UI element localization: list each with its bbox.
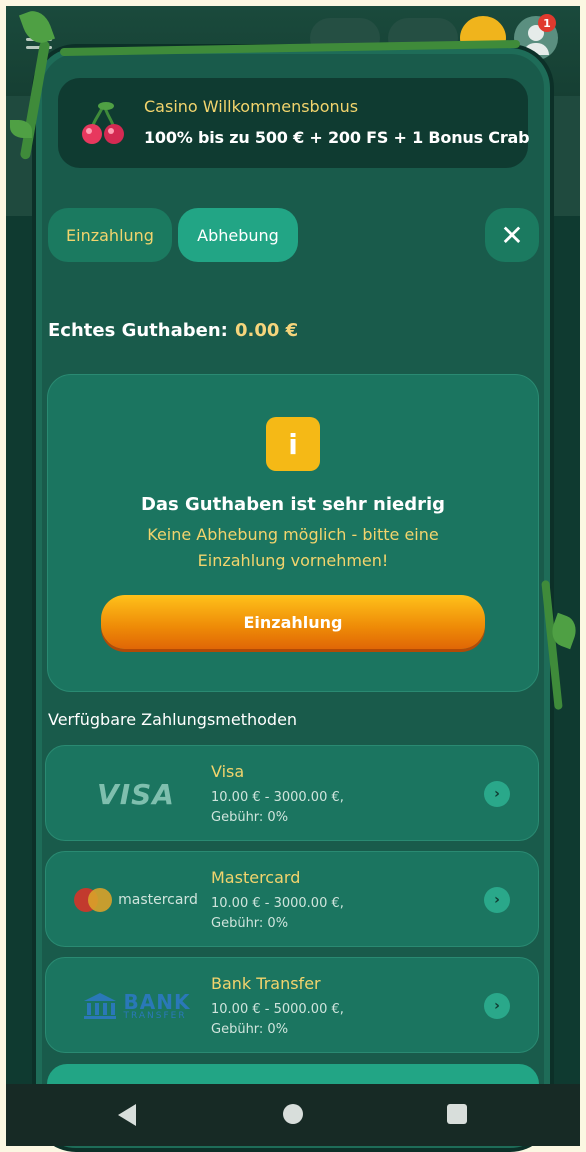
method-name: Bank Transfer — [211, 974, 321, 993]
method-name: Visa — [211, 762, 245, 781]
payment-method-mastercard[interactable]: mastercard Mastercard 10.00 € - 3000.00 … — [45, 851, 539, 947]
chevron-right-icon[interactable]: › — [484, 993, 510, 1019]
method-fee: Gebühr: 0% — [211, 810, 289, 825]
payment-methods-heading: Verfügbare Zahlungsmethoden — [48, 710, 298, 729]
method-limits: 10.00 € - 3000.00 €, — [211, 896, 344, 911]
method-fee: Gebühr: 0% — [211, 1022, 289, 1037]
welcome-bonus-banner[interactable] — [58, 78, 528, 168]
chevron-right-icon[interactable]: › — [484, 781, 510, 807]
cherry-icon — [82, 102, 124, 144]
close-icon: ✕ — [500, 218, 524, 252]
notice-text-line2: Einzahlung vornehmen! — [197, 551, 389, 570]
method-limits: 10.00 € - 5000.00 €, — [211, 1002, 344, 1017]
back-icon[interactable] — [118, 1104, 136, 1126]
bank-transfer-logo: BANK TRANSFER — [66, 978, 206, 1034]
visa-logo: VISA — [97, 777, 175, 811]
close-button[interactable]: ✕ — [485, 208, 539, 262]
deposit-button[interactable]: Einzahlung — [101, 595, 485, 649]
payment-method-bank-transfer[interactable]: BANK TRANSFER Bank Transfer 10.00 € - 50… — [45, 957, 539, 1053]
payment-method-visa[interactable]: VISA Visa 10.00 € - 3000.00 €, Gebühr: 0… — [45, 745, 539, 841]
tab-deposit[interactable]: Einzahlung — [48, 208, 172, 262]
info-icon: i — [266, 417, 320, 471]
bonus-subtitle: 100% bis zu 500 € + 200 FS + 1 Bonus Cra… — [144, 128, 530, 147]
balance-label: Echtes Guthaben: — [48, 320, 228, 341]
notification-badge: 1 — [538, 14, 556, 32]
chevron-right-icon[interactable]: › — [484, 887, 510, 913]
notice-title: Das Guthaben ist sehr niedrig — [140, 494, 446, 515]
home-icon[interactable] — [283, 1104, 303, 1124]
method-limits: 10.00 € - 3000.00 €, — [211, 790, 344, 805]
mastercard-logo: mastercard — [66, 872, 206, 928]
notice-text-line1: Keine Abhebung möglich - bitte eine — [147, 525, 439, 544]
method-name: Mastercard — [211, 868, 301, 887]
bonus-title: Casino Willkommensbonus — [144, 97, 359, 116]
method-fee: Gebühr: 0% — [211, 916, 289, 931]
balance-value: 0.00 € — [235, 320, 299, 341]
tab-withdraw[interactable]: Abhebung — [178, 208, 298, 262]
recent-apps-icon[interactable] — [447, 1104, 467, 1124]
bank-icon — [83, 993, 116, 1019]
